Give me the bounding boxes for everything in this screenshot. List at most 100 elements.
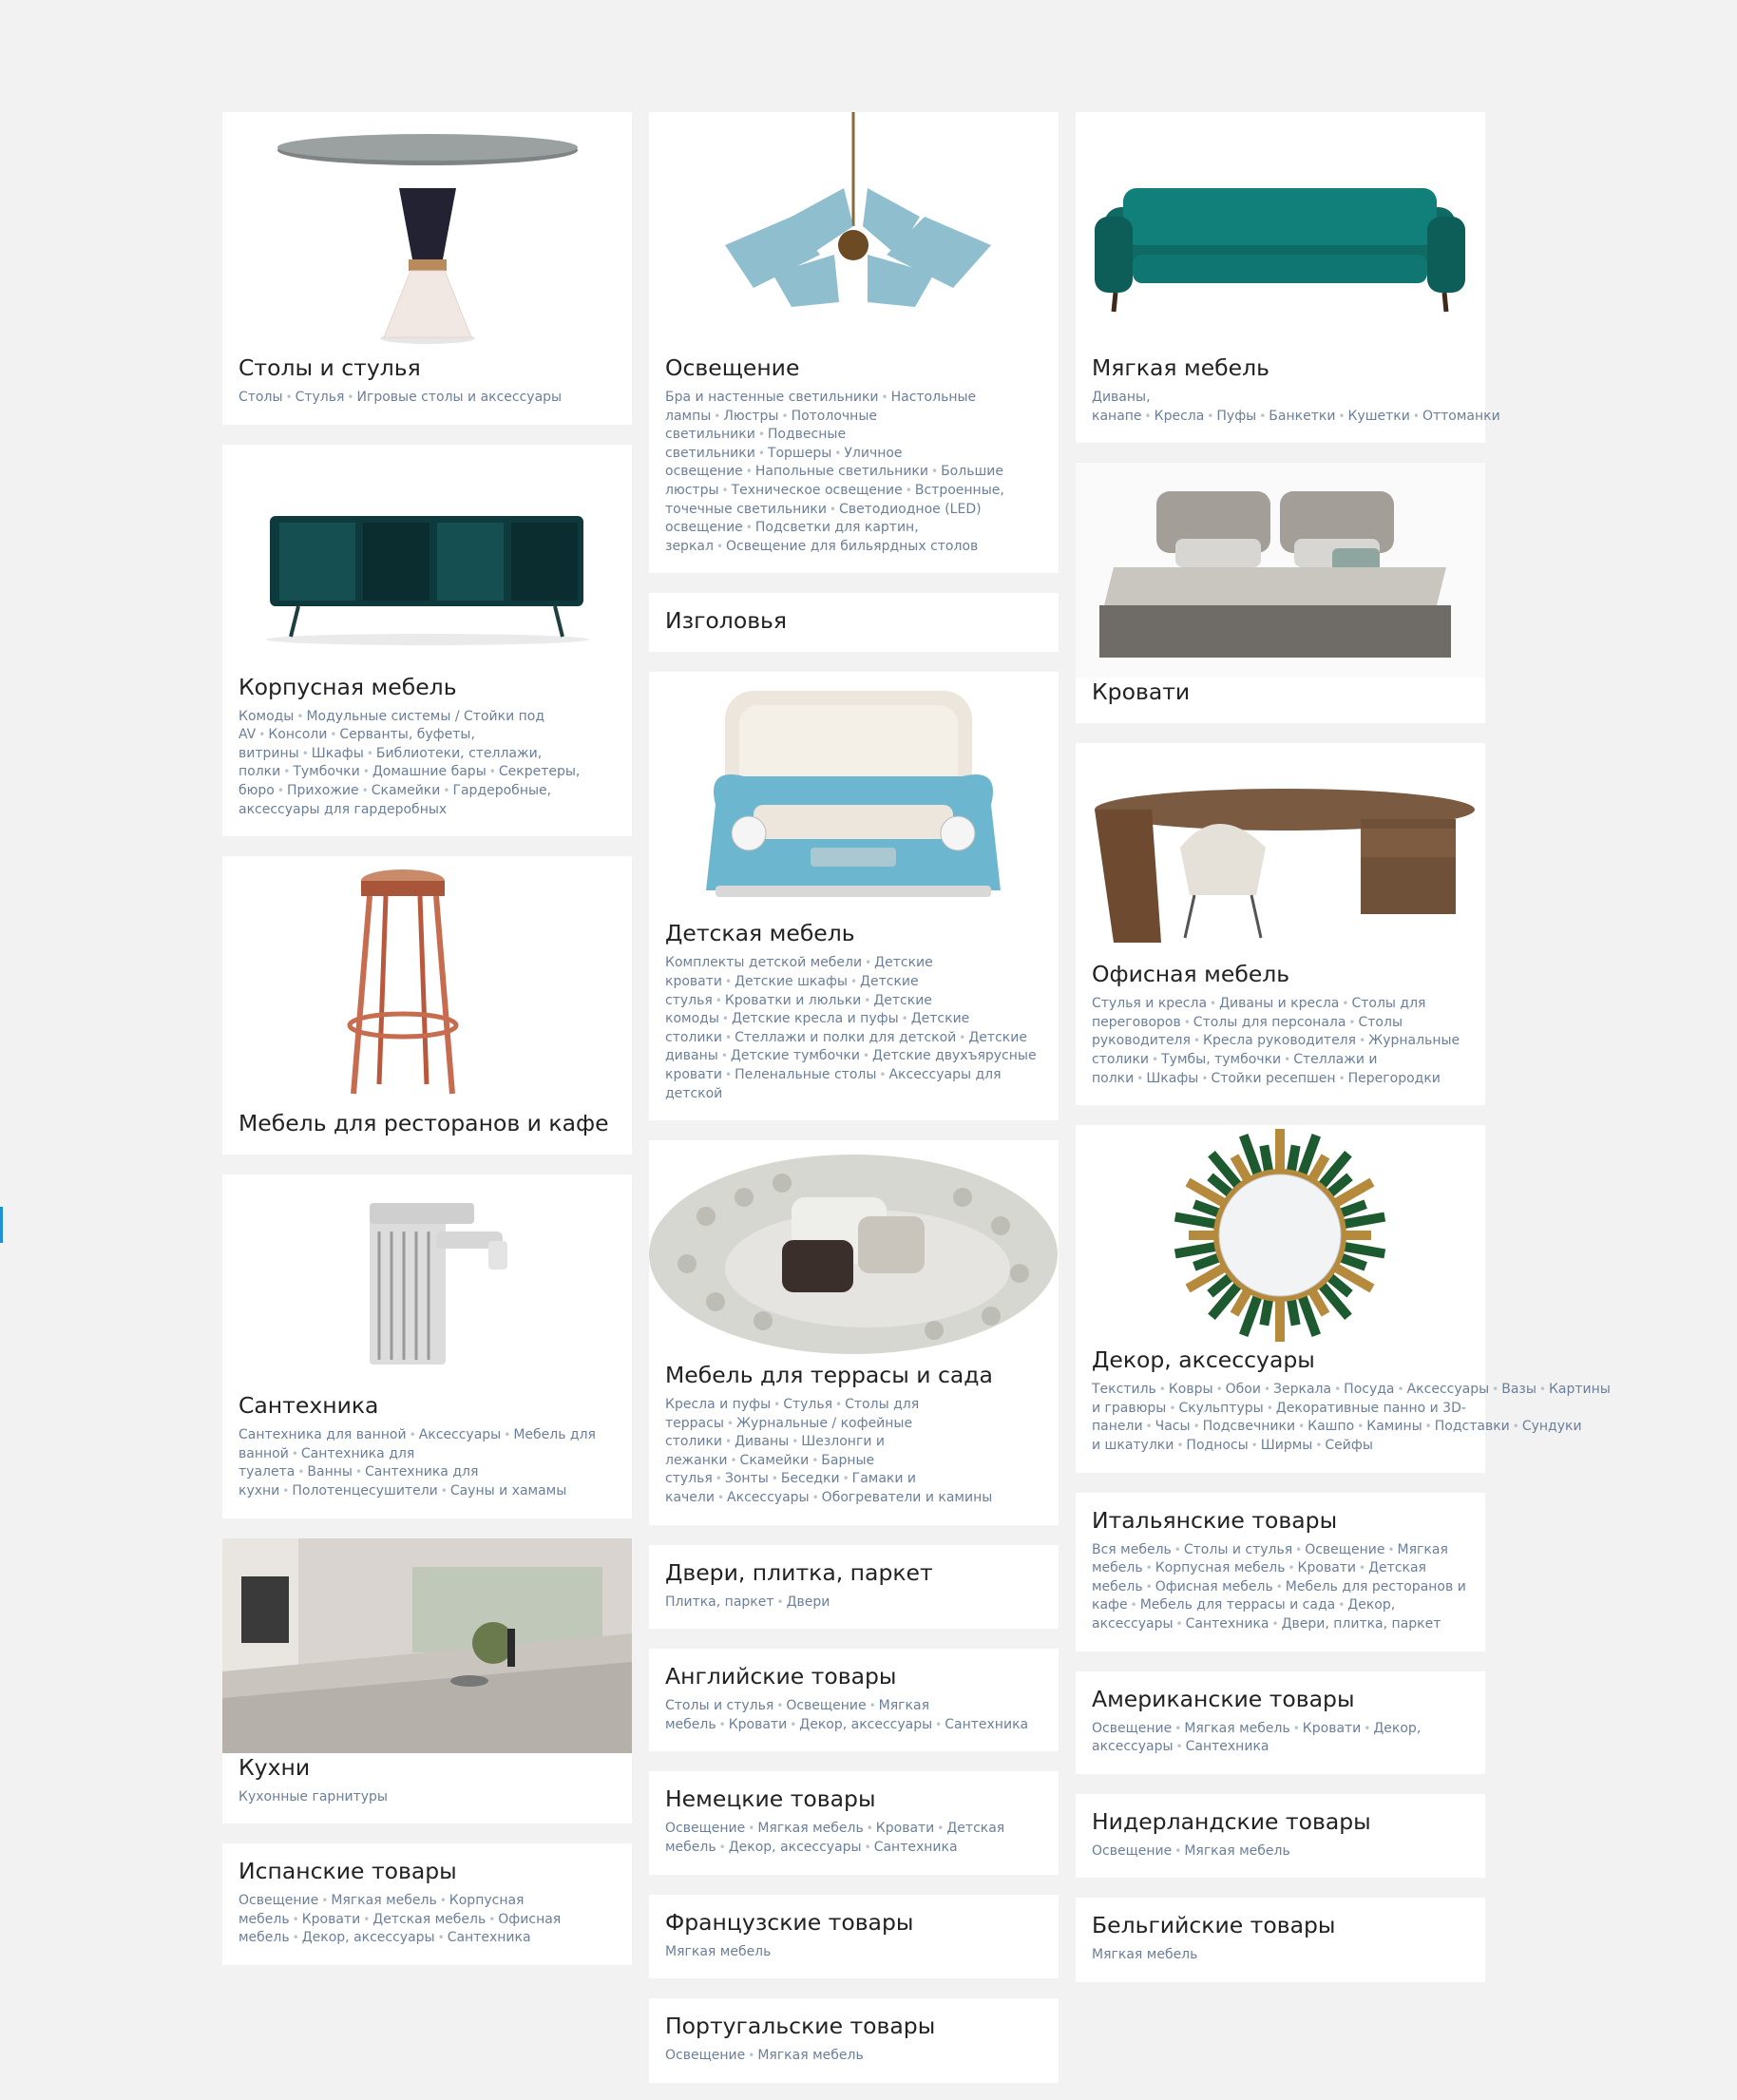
subcategory-link[interactable]: Игровые столы и аксессуары	[357, 390, 563, 405]
subcategory-link[interactable]: Стеллажи и полки для детской	[735, 1030, 956, 1045]
subcategory-link[interactable]: Комоды	[239, 709, 294, 724]
subcategory-link[interactable]: Подсвечники	[1203, 1419, 1295, 1434]
category-card-office-furniture[interactable]: Офисная мебель Стулья и кресла • Диваны и к…	[1076, 743, 1485, 1106]
subcategory-link[interactable]: Аксессуары	[1407, 1382, 1490, 1397]
subcategory-link[interactable]: Ширмы	[1261, 1438, 1313, 1453]
subcategory-link[interactable]: Сантехника	[1186, 1739, 1269, 1754]
subcategory-link[interactable]: Кровати	[1303, 1721, 1361, 1736]
faucet-image[interactable]	[222, 1174, 632, 1392]
category-title[interactable]: Американские товары	[1092, 1685, 1469, 1713]
category-title[interactable]: Немецкие товары	[665, 1785, 1042, 1813]
category-title[interactable]: Мягкая мебель	[1092, 353, 1469, 382]
category-title[interactable]: Столы и стулья	[239, 353, 616, 382]
car-sofa-image[interactable]	[649, 672, 1059, 920]
subcategory-link[interactable]: Зеркала	[1273, 1382, 1331, 1397]
subcategory-link[interactable]: Кровати	[729, 1717, 787, 1732]
category-card-beds[interactable]: Кровати	[1076, 463, 1485, 724]
subcategory-link[interactable]: Кашпо	[1308, 1419, 1354, 1434]
category-title[interactable]: Офисная мебель	[1092, 960, 1469, 988]
subcategory-link[interactable]: Мягкая мебель	[1184, 1843, 1289, 1859]
category-card-german-goods[interactable]: Немецкие товары Освещение • Мягкая мебель • К…	[649, 1771, 1059, 1875]
subcategory-link[interactable]: Текстиль	[1092, 1382, 1156, 1397]
subcategory-link[interactable]: Кроватки и люльки	[725, 993, 861, 1008]
subcategory-link[interactable]: Декор, аксессуары	[799, 1717, 932, 1732]
category-card-headboards[interactable]: Изголовья	[649, 593, 1059, 653]
subcategory-link[interactable]: Диваны, канапе	[1092, 390, 1151, 424]
category-card-english-goods[interactable]: Английские товары Столы и стулья • Освещени…	[649, 1649, 1059, 1752]
category-card-tables-chairs[interactable]: Столы и стулья Столы • Стулья • Игровые столы…	[222, 112, 632, 425]
subcategory-link[interactable]: Кухонные гарнитуры	[239, 1789, 388, 1804]
category-title[interactable]: Изголовья	[665, 606, 1042, 635]
subcategory-link[interactable]: Кушетки	[1348, 409, 1410, 424]
subcategory-link[interactable]: Торшеры	[768, 446, 831, 461]
subcategory-link[interactable]: Обои	[1226, 1382, 1261, 1397]
subcategory-link[interactable]: Обогреватели и камины	[822, 1490, 993, 1505]
subcategory-link[interactable]: Домашние бары	[372, 764, 487, 779]
subcategory-link[interactable]: Столы для персонала	[1193, 1015, 1346, 1030]
subcategory-link[interactable]: Беседки	[781, 1471, 840, 1486]
subcategory-link[interactable]: Тумбы, тумбочки	[1161, 1052, 1281, 1067]
subcategory-link[interactable]: Скамейки	[740, 1453, 810, 1468]
category-card-french-goods[interactable]: Французские товары Мягкая мебель	[649, 1894, 1059, 1979]
subcategory-link[interactable]: Напольные светильники	[755, 464, 928, 479]
subcategory-link[interactable]: Сантехника	[448, 1930, 531, 1945]
subcategory-link[interactable]: Сауны и хамамы	[450, 1483, 566, 1499]
chandelier-image[interactable]	[649, 112, 1059, 353]
subcategory-link[interactable]: Вазы	[1501, 1382, 1537, 1397]
subcategory-link[interactable]: Полотенцесушители	[292, 1483, 437, 1499]
subcategory-link[interactable]: Консоли	[268, 727, 327, 742]
subcategory-link[interactable]: Освещение	[786, 1698, 866, 1713]
subcategory-link[interactable]: Освещение	[1092, 1843, 1172, 1859]
category-card-terrace-garden[interactable]: Мебель для террасы и сада Кресла и пуфы • С…	[649, 1140, 1059, 1525]
category-title[interactable]: Детская мебель	[665, 919, 1042, 947]
category-card-doors-tiles[interactable]: Двери, плитка, паркет Плитка, паркет • Двер…	[649, 1544, 1059, 1630]
category-title[interactable]: Итальянские товары	[1092, 1506, 1469, 1535]
category-card-portuguese-goods[interactable]: Португальские товары Освещение • Мягкая меб…	[649, 1998, 1059, 2083]
category-card-lighting[interactable]: Освещение Бра и настенные светильники • Нас…	[649, 112, 1059, 574]
subcategory-link[interactable]: Мягкая мебель	[1184, 1721, 1289, 1736]
category-card-restaurant-furniture[interactable]: Мебель для ресторанов и кафе	[222, 856, 632, 1155]
category-title[interactable]: Двери, плитка, паркет	[665, 1558, 1042, 1587]
category-title[interactable]: Корпусная мебель	[239, 673, 616, 701]
category-title[interactable]: Мебель для ресторанов и кафе	[239, 1109, 616, 1137]
subcategory-link[interactable]: Сантехника	[945, 1717, 1028, 1732]
subcategory-link[interactable]: Кресла руководителя	[1203, 1033, 1356, 1048]
subcategory-link[interactable]: Кровати	[1298, 1560, 1356, 1575]
subcategory-link[interactable]: Подносы	[1186, 1438, 1248, 1453]
category-card-american-goods[interactable]: Американские товары Освещение • Мягкая мебе…	[1076, 1670, 1485, 1774]
subcategory-link[interactable]: Мягкая мебель	[757, 1821, 863, 1836]
subcategory-link[interactable]: Камины	[1366, 1419, 1422, 1434]
subcategory-link[interactable]: Плитка, паркет	[665, 1594, 774, 1610]
mirror-image[interactable]	[1076, 1125, 1485, 1346]
subcategory-link[interactable]: Освещение	[665, 1821, 745, 1836]
subcategory-link[interactable]: Столы	[239, 390, 283, 405]
subcategory-link[interactable]: Пеленальные столы	[735, 1067, 876, 1082]
subcategory-link[interactable]: Сантехника	[874, 1840, 958, 1855]
subcategory-link[interactable]: Бра и настенные светильники	[665, 390, 879, 405]
subcategory-link[interactable]: Посуда	[1344, 1382, 1394, 1397]
sofa-image[interactable]	[1076, 112, 1485, 353]
subcategory-link[interactable]: Освещение	[1092, 1721, 1172, 1736]
category-card-kitchens[interactable]: Кухни Кухонные гарнитуры	[222, 1537, 632, 1824]
subcategory-link[interactable]: Часы	[1155, 1419, 1191, 1434]
subcategory-link[interactable]: Сантехника	[1186, 1616, 1269, 1632]
subcategory-link[interactable]: Кресла	[1155, 409, 1205, 424]
subcategory-link[interactable]: Пуфы	[1216, 409, 1256, 424]
subcategory-link[interactable]: Детские шкафы	[735, 974, 848, 989]
subcategory-link[interactable]: Декор, аксессуары	[302, 1930, 435, 1945]
subcategory-link[interactable]: Кровати	[302, 1912, 360, 1927]
category-title[interactable]: Мебель для террасы и сада	[665, 1361, 1042, 1389]
subcategory-link[interactable]: Скамейки	[372, 783, 441, 798]
subcategory-link[interactable]: Двери	[787, 1594, 830, 1610]
category-card-soft-furniture[interactable]: Мягкая мебель Диваны, канапе • Кресла • Пуфы •…	[1076, 112, 1500, 444]
subcategory-link[interactable]: Мягкая мебель	[331, 1893, 436, 1908]
table-image[interactable]	[222, 112, 632, 353]
subcategory-link[interactable]: Аксессуары	[727, 1490, 810, 1505]
category-title[interactable]: Декор, аксессуары	[1092, 1346, 1469, 1374]
subcategory-link[interactable]: Ковры	[1169, 1382, 1213, 1397]
subcategory-link[interactable]: Техническое освещение	[732, 483, 903, 498]
subcategory-link[interactable]: Стулья	[783, 1397, 832, 1412]
kitchen-image[interactable]	[222, 1537, 632, 1753]
subcategory-link[interactable]: Столы и стулья	[665, 1698, 773, 1713]
subcategory-link[interactable]: Кровати	[876, 1821, 934, 1836]
